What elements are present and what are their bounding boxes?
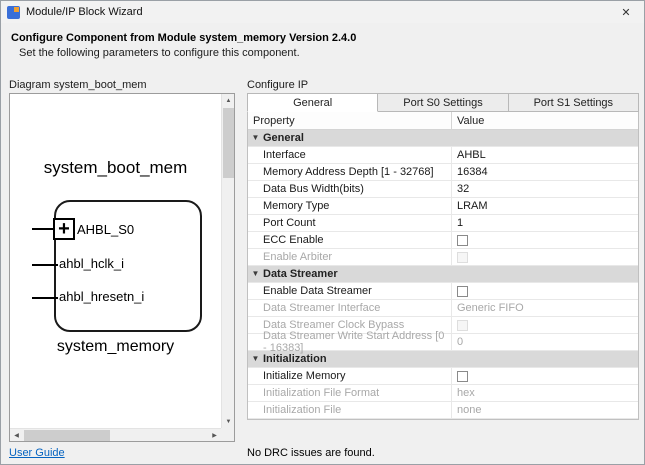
horizontal-scrollbar[interactable]: ◀ ▶ [10,428,221,441]
title-bar: Module/IP Block Wizard ✕ [1,1,644,23]
property-table-body: ▼ General Interface AHBL Memory Address Dept… [248,130,638,419]
user-guide-link[interactable]: User Guide [9,447,65,459]
dialog-title: Configure Component from Module system_m… [11,32,357,44]
diagram-panel: system_boot_mem + AHBL_S0 ahbl_hclk_i ah… [9,93,235,442]
property-cell: Data Streamer Interface [248,300,452,316]
table-header-row: Property Value [248,112,638,130]
configure-ip-label: Configure IP [247,79,309,91]
checkbox[interactable] [457,370,468,382]
value-cell [452,249,638,265]
port-line [32,297,58,299]
section-label: General [263,132,304,144]
value-cell [452,317,638,333]
close-icon[interactable]: ✕ [608,1,644,23]
scroll-down-icon[interactable]: ▼ [222,415,235,428]
property-cell: Port Count [248,215,452,231]
property-cell: Enable Data Streamer [248,283,452,299]
diagram-canvas: system_boot_mem + AHBL_S0 ahbl_hclk_i ah… [10,94,221,428]
vertical-scrollbar[interactable]: ▲ ▼ [221,94,234,428]
property-cell: Data Bus Width(bits) [248,181,452,197]
property-row: Data Streamer Interface Generic FIFO [248,300,638,317]
property-row: ECC Enable [248,232,638,249]
instance-name: system_boot_mem [43,158,188,177]
value-cell: 0 [457,336,464,348]
module-name: system_memory [56,338,175,355]
property-row: Data Streamer Write Start Address [0 - 1… [248,330,638,354]
horizontal-scrollbar-thumb[interactable] [24,430,110,441]
tab-bar: General Port S0 Settings Port S1 Settings [247,93,639,112]
property-row: Enable Data Streamer [248,283,638,300]
property-cell: Interface [248,147,452,163]
collapse-triangle-icon[interactable]: ▼ [248,355,263,363]
collapse-triangle-icon[interactable]: ▼ [248,134,263,142]
property-cell: ECC Enable [248,232,452,248]
property-row: Initialization File Format hex [248,385,638,402]
checkbox[interactable] [457,285,468,297]
property-cell: Initialization File [248,402,452,418]
property-row: Data Bus Width(bits) 32 [248,181,638,198]
dialog-subtitle: Set the following parameters to configur… [19,47,300,59]
checkbox [457,319,468,331]
tab-general[interactable]: General [247,93,379,112]
property-table: Property Value ▼ General Interface AHBL Memo… [247,112,639,420]
port-line [32,264,58,266]
value-cell: Generic FIFO [457,302,524,314]
value-cell[interactable]: LRAM [452,198,638,214]
property-row: Initialize Memory [248,368,638,385]
property-cell: Memory Address Depth [1 - 32768] [248,164,452,180]
property-cell: Enable Arbiter [248,249,452,265]
property-row: Enable Arbiter [248,249,638,266]
property-cell: Data Streamer Write Start Address [0 - 1… [248,330,452,354]
window-title: Module/IP Block Wizard [26,6,143,18]
drc-status-text: No DRC issues are found. [247,447,375,459]
scroll-left-icon[interactable]: ◀ [10,429,23,442]
value-cell [452,368,638,384]
app-icon [7,5,20,19]
section-row[interactable]: ▼ General [248,130,638,147]
module-ip-block-wizard-window: Module/IP Block Wizard ✕ Configure Compo… [0,0,645,465]
value-cell[interactable]: AHBL [452,147,638,163]
section-label: Data Streamer [263,268,338,280]
property-row: Interface AHBL [248,147,638,164]
scrollbar-corner [221,428,234,441]
value-cell: none [457,404,482,416]
expand-icon[interactable]: + [53,218,75,240]
vertical-scrollbar-thumb[interactable] [223,108,234,178]
property-row: Memory Address Depth [1 - 32768] 16384 [248,164,638,181]
tab-port-s1-settings[interactable]: Port S1 Settings [508,93,639,112]
section-label: Initialization [263,353,327,365]
value-cell [452,232,638,248]
property-cell: Initialization File Format [248,385,452,401]
scroll-right-icon[interactable]: ▶ [208,429,221,442]
value-cell[interactable]: 16384 [452,164,638,180]
property-row: Initialization File none [248,402,638,419]
checkbox [457,251,468,263]
port-label-ahbl-s0: AHBL_S0 [77,222,135,237]
value-cell: hex [457,387,475,399]
value-cell [452,283,638,299]
diagram-label: Diagram system_boot_mem [9,79,147,91]
column-header-property: Property [248,112,452,129]
tab-port-s0-settings[interactable]: Port S0 Settings [378,93,509,112]
port-label-ahbl-hresetn-i: ahbl_hresetn_i [59,289,145,304]
column-header-value: Value [457,114,485,127]
value-cell[interactable]: 1 [452,215,638,231]
port-label-ahbl-hclk-i: ahbl_hclk_i [59,256,125,271]
property-row: Memory Type LRAM [248,198,638,215]
section-row[interactable]: ▼ Data Streamer [248,266,638,283]
port-line [32,228,54,230]
property-row: Port Count 1 [248,215,638,232]
collapse-triangle-icon[interactable]: ▼ [248,270,263,278]
property-cell: Initialize Memory [248,368,452,384]
scroll-up-icon[interactable]: ▲ [222,94,235,107]
checkbox[interactable] [457,234,468,246]
value-cell[interactable]: 32 [452,181,638,197]
property-cell: Memory Type [248,198,452,214]
